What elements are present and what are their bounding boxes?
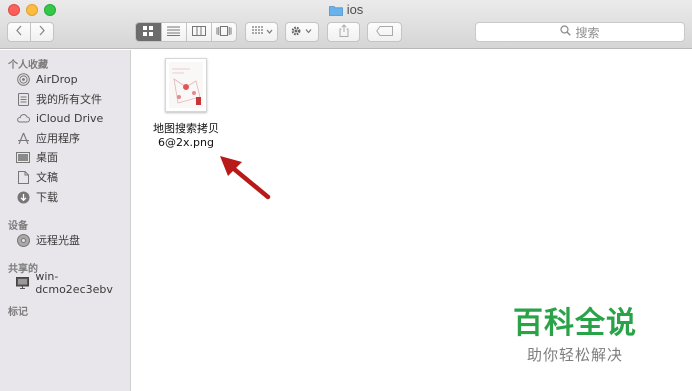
applications-icon	[16, 131, 30, 145]
desktop-icon	[16, 150, 30, 164]
arrange-icon	[251, 25, 273, 39]
icon-view-button[interactable]	[136, 23, 161, 41]
tag-icon	[375, 25, 394, 39]
file-name-line-1: 地图搜索拷贝	[153, 122, 219, 135]
sidebar-item-shared-pc[interactable]: win-dcmo2ec3ebv	[16, 270, 131, 296]
watermark-subtitle: 助你轻松解决	[526, 346, 623, 364]
pc-icon	[16, 276, 30, 290]
file-browser-content: 地图搜索拷贝 6@2x.png 百科全说 助你轻松解决	[132, 50, 692, 391]
grid-icon	[143, 25, 154, 39]
toolbar: ios 搜索	[0, 0, 692, 49]
sidebar-item-airdrop[interactable]: AirDrop	[16, 70, 131, 88]
red-arrow-icon	[220, 156, 271, 200]
png-file-thumbnail[interactable]	[165, 58, 207, 112]
tags-section-title: 标记	[8, 307, 28, 318]
documents-icon	[16, 170, 30, 184]
finder-window: ios 搜索 个人收藏 AirDrop 我的所有文件 iCloud Drive …	[0, 0, 692, 391]
sidebar-item-label: iCloud Drive	[36, 111, 104, 125]
cover-flow-button[interactable]	[210, 23, 236, 41]
list-view-button[interactable]	[160, 23, 186, 41]
search-field[interactable]: 搜索	[475, 22, 685, 42]
search-placeholder: 搜索	[575, 25, 600, 40]
watermark: 百科全说 助你轻松解决	[510, 298, 640, 365]
chevron-left-icon	[15, 25, 23, 39]
sidebar-item-remote-disc[interactable]: 远程光盘	[16, 231, 131, 249]
sidebar-item-desktop[interactable]: 桌面	[16, 148, 131, 166]
disc-icon	[16, 233, 30, 247]
sidebar-item-label: 远程光盘	[36, 234, 80, 247]
window-title: ios	[0, 2, 692, 19]
sidebar-item-label: 我的所有文件	[36, 93, 102, 106]
window-title-text: ios	[346, 2, 364, 17]
sidebar-item-label: 下载	[36, 191, 58, 204]
watermark-title: 百科全说	[513, 306, 637, 341]
file-name-line-2: 6@2x.png	[158, 136, 214, 149]
share-button[interactable]	[327, 22, 360, 42]
search-icon	[560, 25, 572, 39]
file-name-label[interactable]: 地图搜索拷贝 6@2x.png	[142, 122, 230, 150]
tag-button[interactable]	[367, 22, 402, 42]
arrange-button[interactable]	[245, 22, 278, 42]
folder-icon	[328, 4, 343, 19]
sidebar-item-downloads[interactable]: 下载	[16, 188, 131, 206]
download-icon	[16, 190, 30, 204]
sidebar-item-applications[interactable]: 应用程序	[16, 129, 131, 147]
cloud-icon	[16, 111, 30, 125]
airdrop-icon	[16, 72, 30, 86]
sidebar-item-icloud-drive[interactable]: iCloud Drive	[16, 109, 131, 127]
sidebar: 个人收藏 AirDrop 我的所有文件 iCloud Drive 应用程序 桌面…	[0, 50, 131, 391]
favorites-section-title: 个人收藏	[8, 60, 48, 71]
sidebar-item-label: 应用程序	[36, 132, 80, 145]
all-files-icon	[16, 92, 30, 106]
shared-section-title: 共享的	[8, 264, 38, 275]
sidebar-item-label: 桌面	[36, 151, 58, 164]
thumbnail-preview-icon	[169, 62, 203, 108]
gear-icon	[290, 25, 314, 40]
sidebar-item-documents[interactable]: 文稿	[16, 168, 131, 186]
cover-flow-icon	[216, 25, 232, 39]
column-view-button[interactable]	[185, 23, 211, 41]
sidebar-item-label: 文稿	[36, 171, 58, 184]
list-icon	[167, 26, 181, 39]
navigation-group	[7, 22, 54, 42]
sidebar-item-all-files[interactable]: 我的所有文件	[16, 90, 131, 108]
devices-section-title: 设备	[8, 221, 28, 232]
back-button[interactable]	[8, 23, 30, 41]
forward-button[interactable]	[30, 23, 53, 41]
columns-icon	[191, 25, 206, 39]
sidebar-item-label: win-dcmo2ec3ebv	[35, 270, 113, 296]
sidebar-item-label: AirDrop	[36, 72, 78, 86]
view-mode-group	[135, 22, 237, 42]
chevron-right-icon	[38, 25, 46, 39]
share-icon	[339, 24, 349, 40]
action-button[interactable]	[285, 22, 319, 42]
